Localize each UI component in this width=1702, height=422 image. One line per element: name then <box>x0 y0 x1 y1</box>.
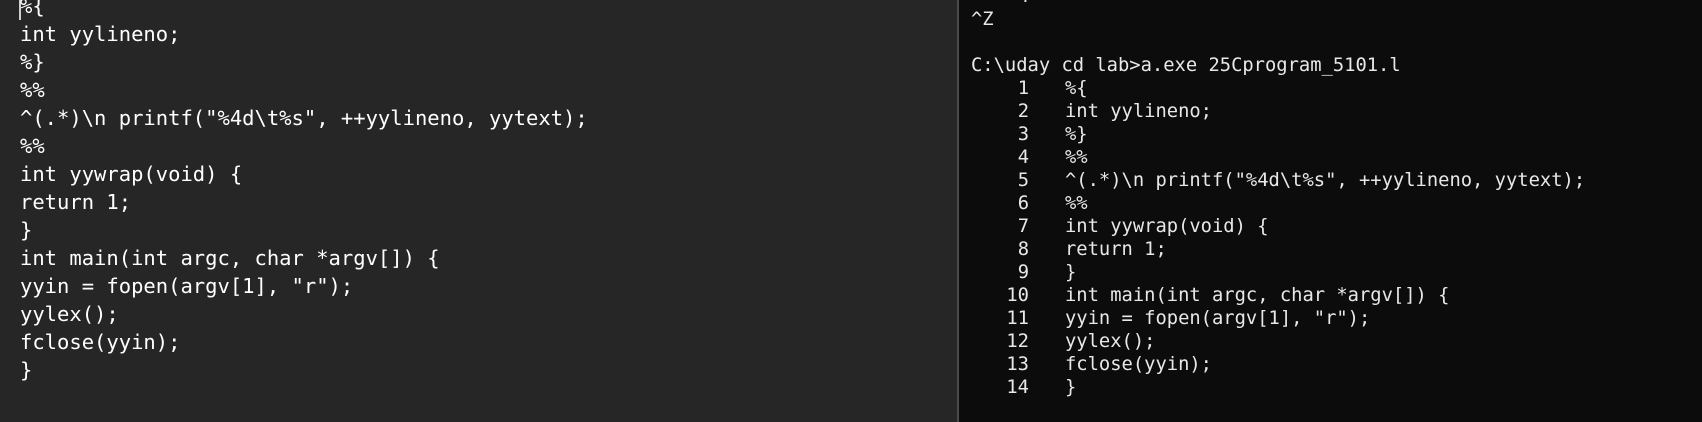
eof-marker: ^Z <box>971 9 994 30</box>
terminal-output-row: 13 fclose(yyin); <box>971 353 1585 376</box>
line-number: 13 <box>1006 354 1029 375</box>
line-number: 10 <box>1006 285 1029 306</box>
terminal-output-row: 11 yyin = fopen(argv[1], "r"); <box>971 307 1585 330</box>
terminal-output-row: 7 int yywrap(void) { <box>971 215 1585 238</box>
line-text: fclose(yyin); <box>1065 354 1212 375</box>
editor-line[interactable]: %% <box>20 132 588 160</box>
line-number: 11 <box>1006 308 1029 329</box>
command-line: C:\uday cd lab>a.exe 25Cprogram_5101.l <box>971 55 1401 76</box>
terminal-output-row: 4 <box>971 0 1585 8</box>
editor-line[interactable]: %} <box>20 48 588 76</box>
line-text: ^(.*)\n printf("%4d\t%s", ++yylineno, yy… <box>1065 170 1586 191</box>
editor-line[interactable]: %{ <box>20 0 588 20</box>
line-number: 4 <box>971 0 1029 8</box>
line-number: 9 <box>1017 262 1029 283</box>
line-number: 5 <box>1017 170 1029 191</box>
line-text: int main(int argc, char *argv[]) { <box>1065 285 1450 306</box>
line-text: } <box>1065 262 1077 283</box>
editor-line[interactable]: int main(int argc, char *argv[]) { <box>20 244 588 272</box>
terminal-output-row: 10 int main(int argc, char *argv[]) { <box>971 284 1585 307</box>
line-text: %% <box>1065 193 1088 214</box>
line-number: 12 <box>1006 331 1029 352</box>
line-number: 6 <box>1017 193 1029 214</box>
terminal-lines: 4 ^Z C:\uday cd lab>a.exe 25Cprogram_510… <box>971 0 1585 399</box>
editor-line[interactable]: return 1; <box>20 188 588 216</box>
terminal-output-row: 4 %% <box>971 146 1585 169</box>
terminal-output-row: 5 ^(.*)\n printf("%4d\t%s", ++yylineno, … <box>971 169 1585 192</box>
terminal-pane[interactable]: 4 ^Z C:\uday cd lab>a.exe 25Cprogram_510… <box>959 0 1702 422</box>
line-text: int yylineno; <box>1065 101 1212 122</box>
line-number: 1 <box>1017 78 1029 99</box>
editor-line[interactable]: fclose(yyin); <box>20 328 588 356</box>
line-text: int yywrap(void) { <box>1065 216 1269 237</box>
line-text: yylex(); <box>1065 331 1156 352</box>
line-text: yyin = fopen(argv[1], "r"); <box>1065 308 1371 329</box>
line-number: 14 <box>1006 377 1029 398</box>
line-text: %% <box>1065 147 1088 168</box>
line-text: return 1; <box>1065 239 1167 260</box>
terminal-output-row: 9 } <box>971 261 1585 284</box>
editor-line[interactable]: %% <box>20 76 588 104</box>
line-text: %{ <box>1065 78 1088 99</box>
line-number: 4 <box>1017 147 1029 168</box>
terminal-output-row: 3 %} <box>971 123 1585 146</box>
line-number: 8 <box>1017 239 1029 260</box>
editor-line[interactable]: } <box>20 216 588 244</box>
line-number: 3 <box>1017 124 1029 145</box>
line-text: } <box>1065 377 1077 398</box>
terminal-output-row: 8 return 1; <box>971 238 1585 261</box>
editor-line[interactable]: ^(.*)\n printf("%4d\t%s", ++yylineno, yy… <box>20 104 588 132</box>
editor-line[interactable]: yyin = fopen(argv[1], "r"); <box>20 272 588 300</box>
line-number: 2 <box>1017 101 1029 122</box>
editor-line[interactable]: } <box>20 356 588 384</box>
code-editor-pane[interactable]: %{ int yylineno; %} %% ^(.*)\n printf("%… <box>0 0 957 422</box>
terminal-output-row: 2 int yylineno; <box>971 100 1585 123</box>
editor-line[interactable]: yylex(); <box>20 300 588 328</box>
terminal-output-row: 14 } <box>971 376 1585 399</box>
editor-line[interactable]: int yywrap(void) { <box>20 160 588 188</box>
line-text: %} <box>1065 124 1088 145</box>
terminal-output-row: 1 %{ <box>971 77 1585 100</box>
terminal-output-row: 12 yylex(); <box>971 330 1585 353</box>
editor-lines: %{ int yylineno; %} %% ^(.*)\n printf("%… <box>20 0 588 384</box>
workspace: %{ int yylineno; %} %% ^(.*)\n printf("%… <box>0 0 1702 422</box>
terminal-output-row: 6 %% <box>971 192 1585 215</box>
line-number: 7 <box>1017 216 1029 237</box>
editor-line[interactable]: int yylineno; <box>20 20 588 48</box>
